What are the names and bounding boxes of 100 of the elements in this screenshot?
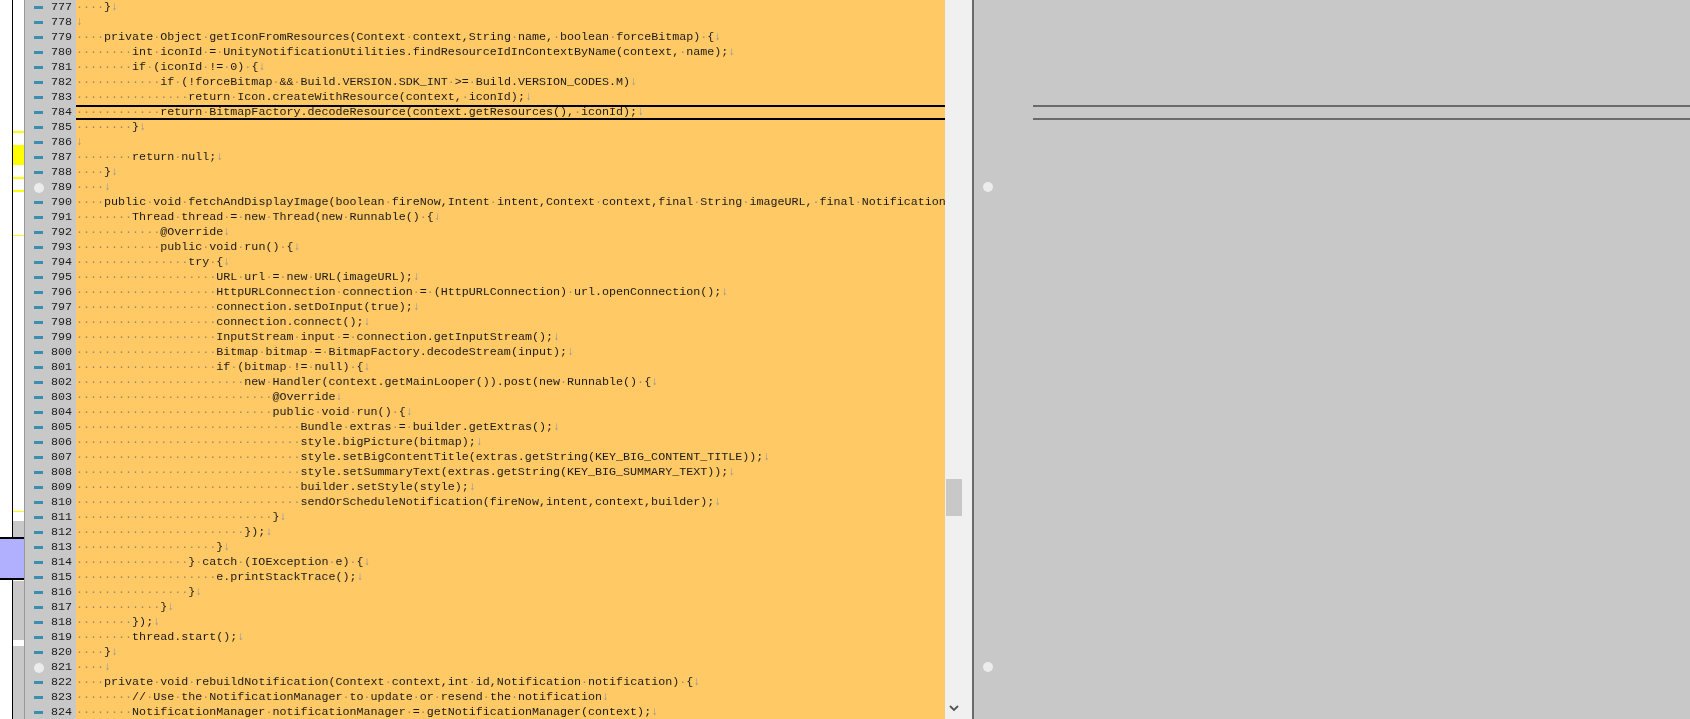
code-line: ····························} xyxy=(76,511,280,524)
line-number: 816 xyxy=(50,585,72,600)
change-marker-icon xyxy=(34,501,43,504)
line-number: 786 xyxy=(50,135,72,150)
code-line: ········return·null; xyxy=(76,151,217,164)
line-end-mark: ↓ xyxy=(714,496,722,509)
change-marker-icon xyxy=(34,366,43,369)
change-marker-icon xyxy=(34,351,43,354)
line-end-mark: ↓ xyxy=(637,106,645,119)
code-line: ····public·void·fetchAndDisplayImage(boolean·fireNow,Intent·intent,Context·context,final·String·imageURL,·final·Notification xyxy=(76,196,945,209)
line-number: 822 xyxy=(50,675,72,690)
change-marker-icon xyxy=(34,486,43,489)
change-marker-icon xyxy=(34,516,43,519)
change-marker-icon xyxy=(34,651,43,654)
line-end-mark: ↓ xyxy=(552,421,560,434)
line-number: 813 xyxy=(50,540,72,555)
change-marker-icon xyxy=(34,51,43,54)
line-number: 798 xyxy=(50,315,72,330)
code-line: ····} xyxy=(76,646,112,659)
code-line: ········//·Use·the·NotificationManager·to·update·or·resend·the·notification xyxy=(76,691,603,704)
location-map-drawing[interactable] xyxy=(0,0,25,719)
change-marker-icon xyxy=(34,216,43,219)
code-line: ································Bundle·extras·=·builder.getExtras(); xyxy=(76,421,553,434)
line-end-mark: ↓ xyxy=(104,181,112,194)
code-line: ····private·Object·getIconFromResources(Context·context,String·name,·boolean·forceBitmap)·{ xyxy=(76,31,715,44)
code-line: ····} xyxy=(76,166,112,179)
change-marker-icon xyxy=(34,396,43,399)
code-line: ········Thread·thread·=·new·Thread(new·Runnable()·{ xyxy=(76,211,434,224)
line-number: 779 xyxy=(50,30,72,45)
line-number: 806 xyxy=(50,435,72,450)
line-number: 803 xyxy=(50,390,72,405)
line-number: 811 xyxy=(50,510,72,525)
circle-marker-icon xyxy=(983,661,993,672)
line-end-mark: ↓ xyxy=(153,616,161,629)
code-line: ························new·Handler(context.getMainLooper()).post(new·Runnable()·{ xyxy=(76,376,652,389)
code-line: ································style.bigPicture(bitmap); xyxy=(76,436,476,449)
line-number: 787 xyxy=(50,150,72,165)
line-number: 777 xyxy=(50,0,72,15)
code-line: ································builder.setStyle(style); xyxy=(76,481,469,494)
code-line: ···· xyxy=(76,661,105,674)
line-end-mark: ↓ xyxy=(630,76,638,89)
code-line: ····················InputStream·input·=·connection.getInputStream(); xyxy=(76,331,553,344)
code-line: ································sendOrScheduleNotification(fireNow,intent,context,builder); xyxy=(76,496,715,509)
change-marker-icon xyxy=(34,576,43,579)
line-number: 782 xyxy=(50,75,72,90)
code-line: ························}); xyxy=(76,526,266,539)
line-end-mark: ↓ xyxy=(721,286,729,299)
change-marker-icon xyxy=(34,681,43,684)
change-marker-icon xyxy=(34,231,43,234)
code-line: ····private·void·rebuildNotification(Context·context,int·id,Notification·notification)·{ xyxy=(76,676,694,689)
line-number: 781 xyxy=(50,60,72,75)
line-end-mark: ↓ xyxy=(293,241,301,254)
change-marker-icon xyxy=(34,546,43,549)
line-number: 808 xyxy=(50,465,72,480)
line-end-mark: ↓ xyxy=(602,691,610,704)
change-marker-icon xyxy=(34,81,43,84)
line-end-mark: ↓ xyxy=(693,676,701,689)
change-marker-icon xyxy=(34,471,43,474)
line-end-mark: ↓ xyxy=(111,1,119,14)
line-end-mark: ↓ xyxy=(363,556,371,569)
code-line: ····························public·void·run()·{ xyxy=(76,406,406,419)
code-line: ················try·{ xyxy=(76,256,224,269)
line-end-mark: ↓ xyxy=(111,166,119,179)
code-line: ········int·iconId·=·UnityNotificationUtilities.findResourceIdInContextByName(context,·name); xyxy=(76,46,729,59)
code-line: ············} xyxy=(76,601,168,614)
line-end-mark: ↓ xyxy=(468,481,476,494)
change-marker-icon xyxy=(34,156,43,159)
change-marker-icon xyxy=(34,246,43,249)
change-marker-icon xyxy=(34,66,43,69)
code-line: ································style.setSummaryText(extras.getString(KEY_BIG_SUMMARY_TEXT)); xyxy=(76,466,729,479)
line-number: 784 xyxy=(50,105,72,120)
line-end-mark: ↓ xyxy=(139,121,147,134)
code-line: ····················connection.setDoInput(true); xyxy=(76,301,413,314)
line-end-mark: ↓ xyxy=(524,91,532,104)
vertical-scrollbar[interactable] xyxy=(945,0,965,719)
circle-marker-icon xyxy=(34,182,44,193)
line-number: 791 xyxy=(50,210,72,225)
line-number: 800 xyxy=(50,345,72,360)
line-number: 796 xyxy=(50,285,72,300)
line-number: 821 xyxy=(50,660,72,675)
pane-splitter[interactable] xyxy=(965,0,974,719)
line-number: 814 xyxy=(50,555,72,570)
change-marker-icon xyxy=(34,291,43,294)
line-end-mark: ↓ xyxy=(728,46,736,59)
line-end-mark: ↓ xyxy=(433,211,441,224)
change-marker-icon xyxy=(34,561,43,564)
change-marker-icon xyxy=(34,456,43,459)
line-end-mark: ↓ xyxy=(412,301,420,314)
change-marker-icon xyxy=(34,96,43,99)
change-marker-icon xyxy=(34,111,43,114)
line-number: 815 xyxy=(50,570,72,585)
code-line: ····················if·(bitmap·!=·null)·{ xyxy=(76,361,364,374)
change-marker-icon xyxy=(34,696,43,699)
change-marker-icon xyxy=(34,591,43,594)
line-number: 823 xyxy=(50,690,72,705)
code-line: ················return·Icon.createWithResource(context,·iconId); xyxy=(76,91,525,104)
code-line: ································style.setBigContentTitle(extras.getString(KEY_BIG_CONTENT_TITLE)); xyxy=(76,451,764,464)
code-line: ····} xyxy=(76,1,112,14)
line-number: 810 xyxy=(50,495,72,510)
code-line: ················}·catch·(IOException·e)·{ xyxy=(76,556,364,569)
